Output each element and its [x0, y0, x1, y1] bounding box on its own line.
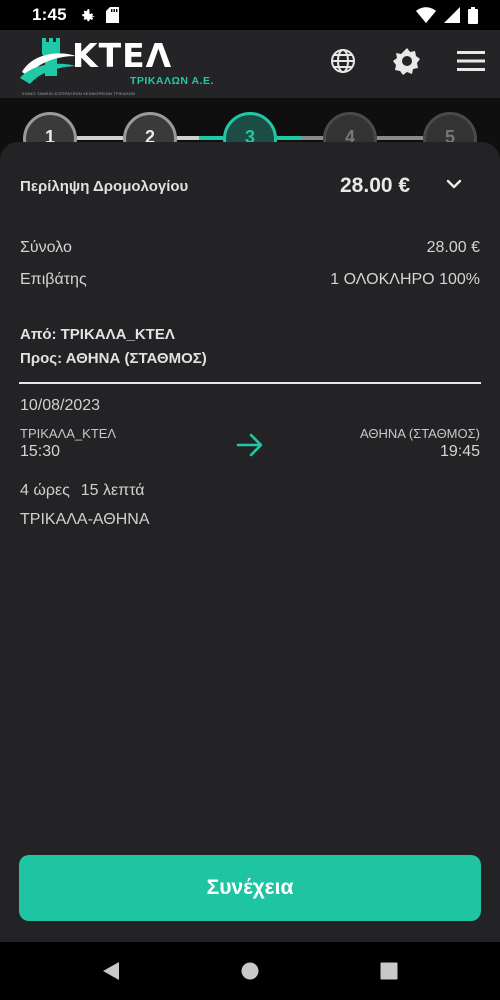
total-row: Σύνολο 28.00 € [20, 239, 480, 257]
menu-icon [457, 51, 485, 71]
departure-station: ΤΡΙΚΑΛΑ_ΚΤΕΛ [20, 426, 117, 441]
arrival-station: ΑΘΗΝΑ (ΣΤΑΘΜΟΣ) [359, 426, 480, 441]
step-5: 5 [423, 112, 477, 146]
step-4: 4 [323, 112, 377, 146]
route-from: Από: ΤΡΙΚΑΛΑ_ΚΤΕΛ [20, 326, 175, 343]
summary-title: Περίληψη Δρομολογίου [20, 178, 189, 195]
language-button[interactable] [326, 44, 360, 78]
step-connector [177, 136, 199, 140]
passenger-row: Επιβάτης 1 ΟΛΟΚΛΗΡΟ 100% [20, 271, 480, 289]
globe-icon [331, 49, 355, 73]
passenger-label: Επιβάτης [20, 271, 87, 288]
trip-duration: 4 ώρες 15 λεπτά [20, 482, 145, 500]
trip-leg: ΤΡΙΚΑΛΑ_ΚΤΕΛ 15:30 ΑΘΗΝΑ (ΣΤΑΘΜΟΣ) 19:45 [20, 426, 480, 466]
arrow-right-icon [236, 433, 263, 457]
trip-date: 10/08/2023 [20, 397, 101, 414]
status-right-icons [416, 6, 478, 24]
duration-hours: 4 ώρες [20, 482, 70, 499]
booking-stepper: 1 2 3 4 5 [0, 98, 500, 146]
summary-header[interactable]: Περίληψη Δρομολογίου 28.00 € [20, 174, 480, 200]
expand-toggle-button[interactable] [440, 170, 468, 198]
step-connector [199, 136, 223, 140]
status-bar: 1:45 [0, 0, 500, 30]
step-connector [377, 136, 423, 140]
continue-button[interactable]: Συνέχεια [19, 855, 481, 921]
home-icon[interactable] [240, 961, 260, 981]
total-label: Σύνολο [20, 239, 72, 256]
gear-icon [82, 8, 95, 21]
logo-tagline: ΚΟΙΝΟ ΤΑΜΕΙΟ ΕΙΣΠΡΑΞΕΩΝ ΛΕΩΦΟΡΕΙΩΝ ΤΡΙΚΑ… [22, 91, 135, 96]
logo-text-main: ΚΤΕΛ [72, 36, 173, 75]
logo-text-sub: ΤΡΙΚΑΛΩΝ Α.Ε. [130, 75, 214, 87]
arrival-time: 19:45 [439, 443, 480, 460]
divider [19, 382, 481, 384]
signal-icon [444, 7, 460, 23]
departure-time: 15:30 [20, 443, 61, 460]
step-connector [301, 136, 323, 140]
menu-button[interactable] [454, 44, 488, 78]
route-line-name: ΤΡΙΚΑΛΑ-ΑΘΗΝΑ [20, 511, 150, 528]
app-header: ΚΤΕΛ ΤΡΙΚΑΛΩΝ Α.Ε. ΚΟΙΝΟ ΤΑΜΕΙΟ ΕΙΣΠΡΑΞΕ… [0, 30, 500, 98]
sd-card-icon [105, 7, 119, 23]
ktel-logo[interactable]: ΚΤΕΛ ΤΡΙΚΑΛΩΝ Α.Ε. ΚΟΙΝΟ ΤΑΜΕΙΟ ΕΙΣΠΡΑΞΕ… [18, 32, 218, 96]
system-nav-bar [0, 942, 500, 1000]
castle-logo-icon [20, 38, 76, 84]
summary-price: 28.00 € [340, 174, 411, 197]
route-to: Προς: ΑΘΗΝΑ (ΣΤΑΘΜΟΣ) [20, 350, 207, 367]
step-2[interactable]: 2 [123, 112, 177, 146]
trip-summary-card: Περίληψη Δρομολογίου 28.00 € Σύνολο 28.0… [0, 142, 500, 942]
step-connector [277, 136, 301, 140]
duration-minutes: 15 λεπτά [80, 482, 145, 499]
chevron-down-icon [446, 179, 462, 189]
recents-icon[interactable] [379, 961, 399, 981]
step-1[interactable]: 1 [23, 112, 77, 146]
status-time: 1:45 [32, 5, 67, 24]
battery-icon [468, 6, 478, 24]
passenger-value: 1 ΟΛΟΚΛΗΡΟ 100% [330, 271, 480, 288]
back-icon[interactable] [101, 961, 121, 981]
settings-icon [393, 48, 420, 75]
total-value: 28.00 € [426, 239, 480, 256]
header-actions [326, 44, 488, 78]
step-3[interactable]: 3 [223, 112, 277, 146]
status-left-icons [79, 7, 119, 24]
settings-button[interactable] [390, 44, 424, 78]
wifi-icon [416, 7, 436, 23]
step-connector [77, 136, 123, 140]
